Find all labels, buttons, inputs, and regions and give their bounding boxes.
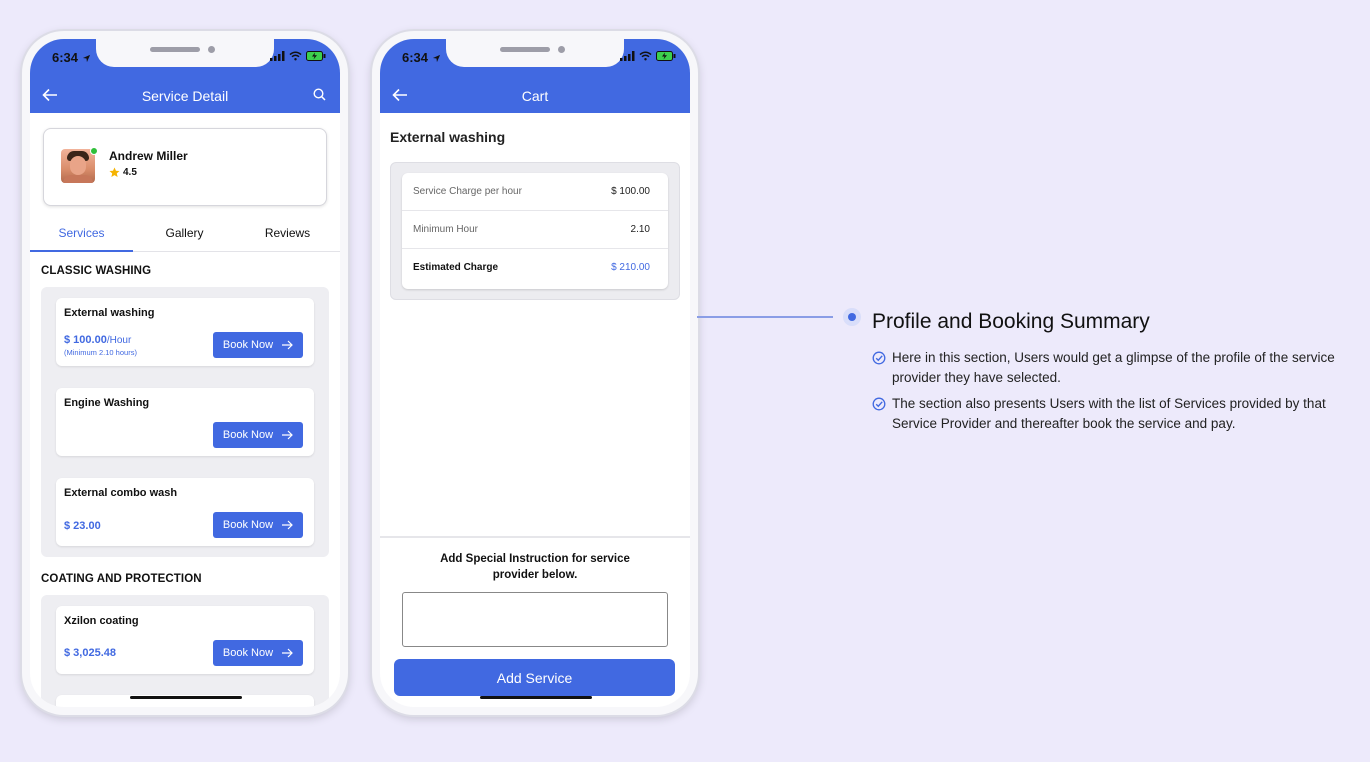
charge-summary-table: Service Charge per hour $ 100.00 Minimum… (402, 173, 668, 289)
service-name: External washing (64, 307, 155, 319)
active-tab-indicator (30, 250, 133, 252)
page-title: Cart (521, 88, 549, 104)
check-circle-icon (872, 397, 886, 411)
app-bar: Service Detail (30, 79, 340, 113)
location-arrow-icon (432, 54, 440, 63)
page-title: Service Detail (141, 88, 229, 104)
service-card[interactable]: Xzilon coating $ 3,025.48 Book Now (56, 606, 314, 674)
divider (380, 536, 690, 538)
status-time: 6:34 (402, 50, 441, 65)
location-arrow-icon (82, 54, 90, 63)
battery-icon (306, 51, 326, 61)
provider-profile-card[interactable]: Andrew Miller 4.5 (43, 128, 327, 206)
charge-label: Service Charge per hour (413, 186, 522, 197)
arrow-right-icon (282, 340, 293, 350)
wifi-icon (289, 51, 302, 61)
wifi-icon (639, 51, 652, 61)
phone-notch (96, 39, 274, 67)
avatar (61, 149, 95, 183)
rating-value: 4.5 (123, 167, 137, 178)
book-now-button[interactable]: Book Now (213, 332, 303, 358)
charge-value: 2.10 (630, 224, 650, 235)
annotation-bullet-text: The section also presents Users with the… (892, 396, 1326, 431)
charge-label: Estimated Charge (413, 262, 499, 273)
service-card[interactable]: External combo wash $ 23.00 Book Now (56, 478, 314, 546)
special-instruction-input[interactable] (402, 592, 668, 647)
tab-bar: Services Gallery Reviews (30, 217, 340, 252)
service-group-classic-washing: External washing $ 100.00/Hour (Minimum … (41, 287, 329, 557)
charge-row: Minimum Hour 2.10 (402, 211, 668, 249)
arrow-right-icon (282, 520, 293, 530)
online-status-dot (90, 147, 98, 155)
star-icon (109, 167, 120, 177)
phone-cart: 6:34 Cart External washing Service Charg… (372, 31, 698, 715)
charge-row-total: Estimated Charge $ 210.00 (402, 249, 668, 287)
battery-icon (656, 51, 676, 61)
cart-screen: 6:34 Cart External washing Service Charg… (380, 39, 690, 707)
tab-services[interactable]: Services (30, 226, 133, 240)
phone-service-detail: 6:34 Service Detail Andrew Miller 4.5 Se… (22, 31, 348, 715)
book-now-button[interactable]: Book Now (213, 640, 303, 666)
section-heading-coating-protection: COATING AND PROTECTION (41, 573, 202, 585)
arrow-right-icon (282, 648, 293, 658)
provider-rating: 4.5 (109, 167, 137, 178)
service-price: $ 3,025.48 (64, 647, 116, 659)
annotation-bullet-text: Here in this section, Users would get a … (892, 350, 1335, 385)
annotation-bullet: Here in this section, Users would get a … (872, 348, 1342, 388)
home-indicator (480, 696, 592, 699)
service-price: $ 23.00 (64, 520, 101, 532)
connector-line (697, 316, 833, 318)
add-service-button[interactable]: Add Service (394, 659, 675, 696)
special-instruction-label: Add Special Instruction for service prov… (440, 553, 630, 581)
service-group-coating-protection: Xzilon coating $ 3,025.48 Book Now (41, 595, 329, 707)
book-now-button[interactable]: Book Now (213, 422, 303, 448)
tab-gallery[interactable]: Gallery (133, 226, 236, 240)
service-price: $ 100.00/Hour (64, 334, 132, 346)
charge-value: $ 100.00 (611, 186, 650, 197)
phone-notch (446, 39, 624, 67)
search-icon[interactable] (313, 88, 326, 101)
charge-summary-panel: Service Charge per hour $ 100.00 Minimum… (390, 162, 680, 300)
charge-label: Minimum Hour (413, 224, 479, 235)
signal-icon (620, 51, 635, 61)
tab-reviews[interactable]: Reviews (236, 226, 339, 240)
charge-value: $ 210.00 (611, 262, 650, 273)
service-name: External combo wash (64, 487, 178, 499)
status-bar: 6:34 (380, 39, 690, 79)
annotation-bullet: The section also presents Users with the… (872, 394, 1342, 434)
status-icons (270, 51, 326, 61)
connector-dot (843, 308, 861, 326)
book-now-button[interactable]: Book Now (213, 512, 303, 538)
status-icons (620, 51, 676, 61)
annotation-title: Profile and Booking Summary (872, 310, 1150, 333)
service-name: Xzilon coating (64, 615, 139, 627)
status-bar: 6:34 (30, 39, 340, 79)
app-bar: Cart (380, 79, 690, 113)
home-indicator (130, 696, 242, 699)
service-card[interactable]: Engine Washing Book Now (56, 388, 314, 456)
status-time: 6:34 (52, 50, 91, 65)
cart-service-name: External washing (390, 129, 506, 145)
service-card[interactable]: External washing $ 100.00/Hour (Minimum … (56, 298, 314, 366)
service-name: Engine Washing (64, 397, 150, 409)
check-circle-icon (872, 351, 886, 365)
arrow-right-icon (282, 430, 293, 440)
service-detail-screen: 6:34 Service Detail Andrew Miller 4.5 Se… (30, 39, 340, 707)
provider-name: Andrew Miller (109, 149, 188, 163)
service-minimum-note: (Minimum 2.10 hours) (64, 348, 137, 357)
section-heading-classic-washing: CLASSIC WASHING (41, 265, 152, 277)
signal-icon (270, 51, 285, 61)
charge-row: Service Charge per hour $ 100.00 (402, 173, 668, 211)
